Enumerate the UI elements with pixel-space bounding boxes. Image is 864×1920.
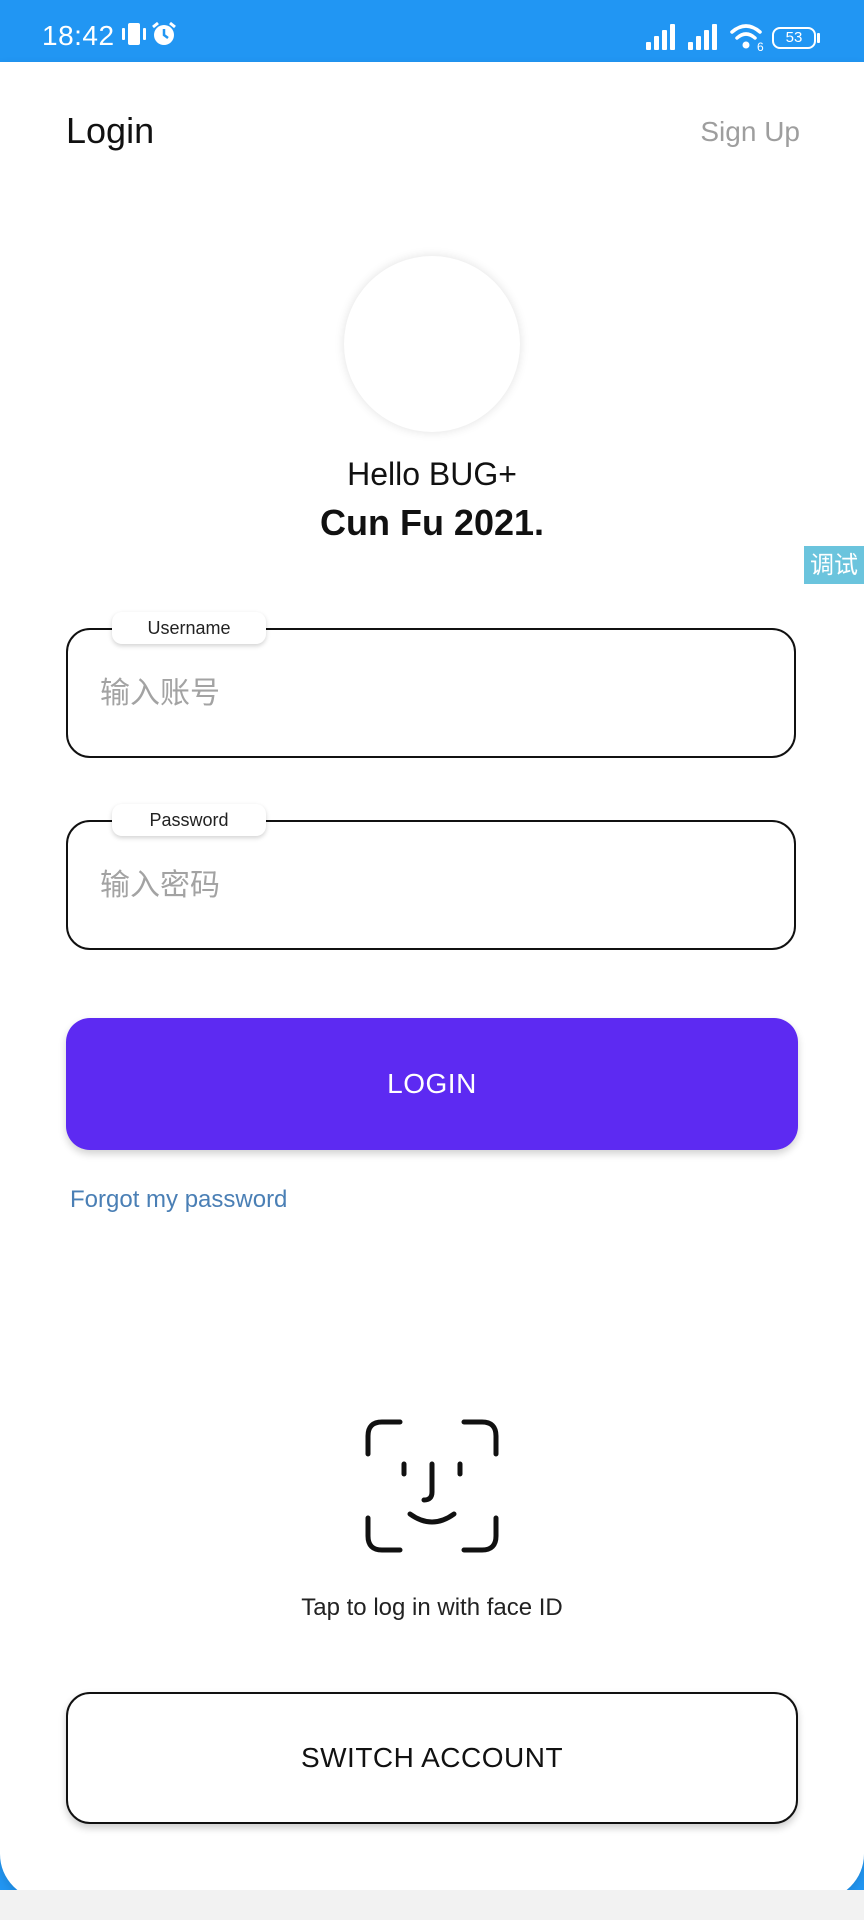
vibrate-icon	[122, 23, 146, 45]
username-field[interactable]: Username	[66, 612, 796, 758]
battery-tip	[817, 33, 820, 43]
switch-account-button[interactable]: SWITCH ACCOUNT	[66, 1692, 798, 1824]
login-button[interactable]: LOGIN	[66, 1018, 798, 1150]
username-input[interactable]	[98, 660, 762, 726]
face-id-caption: Tap to log in with face ID	[301, 1594, 563, 1621]
page-title: Login	[66, 110, 155, 151]
status-time: 18:42	[42, 20, 115, 51]
login-sheet: Login Sign Up Hello BUG+ Cun Fu 2021. Us…	[0, 62, 864, 1900]
greeting-subtitle: Cun Fu 2021.	[319, 502, 545, 543]
signal-icon	[688, 24, 717, 50]
password-field[interactable]: Password	[66, 804, 796, 950]
battery-level: 53	[785, 29, 803, 46]
sign-up-link[interactable]: Sign Up	[700, 116, 800, 148]
avatar[interactable]	[344, 256, 520, 432]
alarm-icon	[152, 21, 176, 45]
signal-icon	[646, 24, 675, 50]
forgot-password-link[interactable]: Forgot my password	[70, 1186, 287, 1214]
status-bar: 18:42 6 53	[0, 0, 864, 62]
battery-icon: 53	[772, 27, 816, 49]
wifi-subscript: 6	[757, 40, 764, 54]
bottom-strip	[0, 1890, 864, 1920]
username-label: Username	[112, 612, 266, 644]
greeting-text: Hello BUG+	[347, 456, 517, 492]
debug-tab[interactable]: 调试	[804, 546, 864, 584]
face-id-icon[interactable]	[364, 1418, 500, 1554]
password-label: Password	[112, 804, 266, 836]
password-input[interactable]	[98, 852, 762, 918]
